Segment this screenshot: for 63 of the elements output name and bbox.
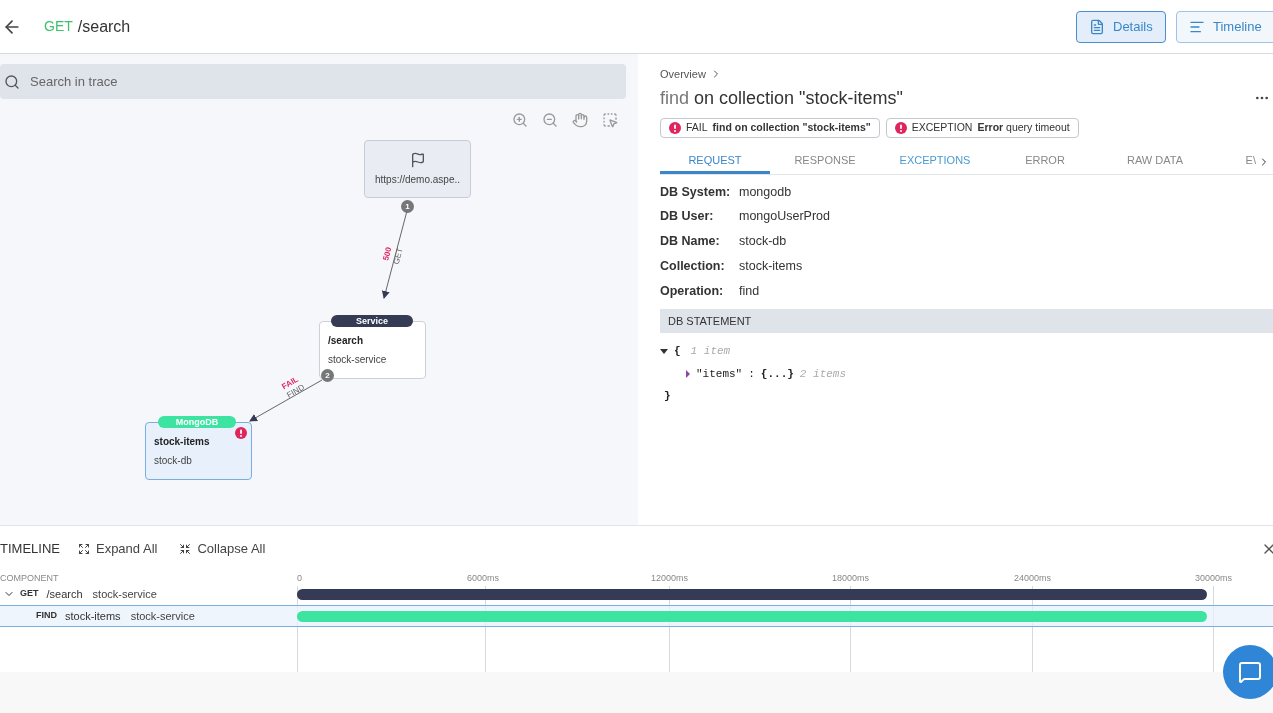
timeline-row[interactable]: FIND stock-items stock-service (0, 605, 1273, 627)
tick-label: 6000ms (467, 572, 500, 585)
detail-title: on collection "stock-items" (694, 86, 903, 110)
node-label: https://demo.aspe.. (374, 172, 461, 187)
field-value: find (739, 282, 760, 300)
json-brace: } (664, 389, 672, 405)
step-number: 1 (401, 200, 414, 213)
field-label: DB Name: (660, 233, 721, 250)
field-value: mongoUserProd (739, 208, 830, 226)
timeline-button[interactable]: Timeline (1176, 10, 1273, 43)
detail-tab[interactable]: E\ (1210, 150, 1258, 174)
field-label: Collection: (660, 257, 726, 275)
json-brace: { (674, 344, 681, 360)
tick-label: 30000ms (1195, 572, 1233, 585)
edge-method: GET (391, 247, 405, 266)
row-method: GET (20, 587, 39, 601)
node-type-badge: Service (331, 315, 413, 327)
json-value: {...} (760, 366, 794, 382)
node-title: /search (328, 334, 365, 348)
badge-kind: FAIL (686, 119, 708, 135)
field-label: DB User: (660, 208, 715, 226)
row-name: stock-items (65, 608, 121, 624)
edge-status: 500 (381, 246, 394, 262)
breadcrumb-link[interactable]: Overview (660, 66, 706, 83)
collapse-all-button[interactable]: Collapse All (179, 539, 266, 559)
tick-label: 12000ms (651, 572, 689, 585)
json-count: 1 item (690, 344, 731, 360)
timeline-row[interactable]: GET /search stock-service (0, 583, 1273, 605)
search-field[interactable]: Search in trace (0, 64, 626, 99)
tick-label: 18000ms (832, 572, 870, 585)
detail-tab[interactable]: RAW DATA (1100, 150, 1210, 174)
section-header: DB STATEMENT (660, 309, 1273, 334)
json-count: 2 items (799, 366, 847, 382)
field-label: Operation: (660, 282, 725, 300)
field-label: DB System: (660, 183, 732, 201)
field-value: mongodb (739, 183, 792, 201)
request-method: GET (44, 17, 73, 36)
node-subtitle: stock-service (328, 353, 388, 367)
tick-label: 24000ms (1014, 572, 1052, 585)
node-title: stock-items (154, 435, 211, 449)
expand-all-button[interactable]: Expand All (77, 539, 158, 559)
client-node[interactable]: https://demo.aspe.. (364, 140, 471, 198)
node-type-badge: MongoDB (158, 416, 236, 428)
badge-text: find on collection "stock-items" (712, 119, 871, 135)
node-subtitle: stock-db (154, 454, 193, 468)
column-header: COMPONENT (0, 572, 59, 585)
detail-tab[interactable]: ERROR (990, 150, 1100, 174)
operation-title: find (660, 86, 690, 110)
field-value: stock-items (739, 257, 803, 275)
row-service: stock-service (130, 608, 195, 624)
timeline-title: TIMELINE (0, 540, 60, 559)
field-value: stock-db (739, 233, 787, 250)
json-key: "items" (696, 365, 743, 383)
json-colon: : (748, 366, 755, 382)
row-name: /search (46, 586, 83, 602)
detail-tab[interactable]: RESPONSE (770, 150, 880, 174)
row-method: FIND (36, 609, 57, 623)
detail-tab[interactable]: REQUEST (660, 150, 770, 174)
tick-label: 0 (297, 572, 302, 585)
badge-kind: EXCEPTION (911, 119, 973, 135)
page-title: /search (77, 16, 131, 37)
row-service: stock-service (92, 586, 157, 602)
badge-text: Error query timeout (977, 119, 1070, 135)
